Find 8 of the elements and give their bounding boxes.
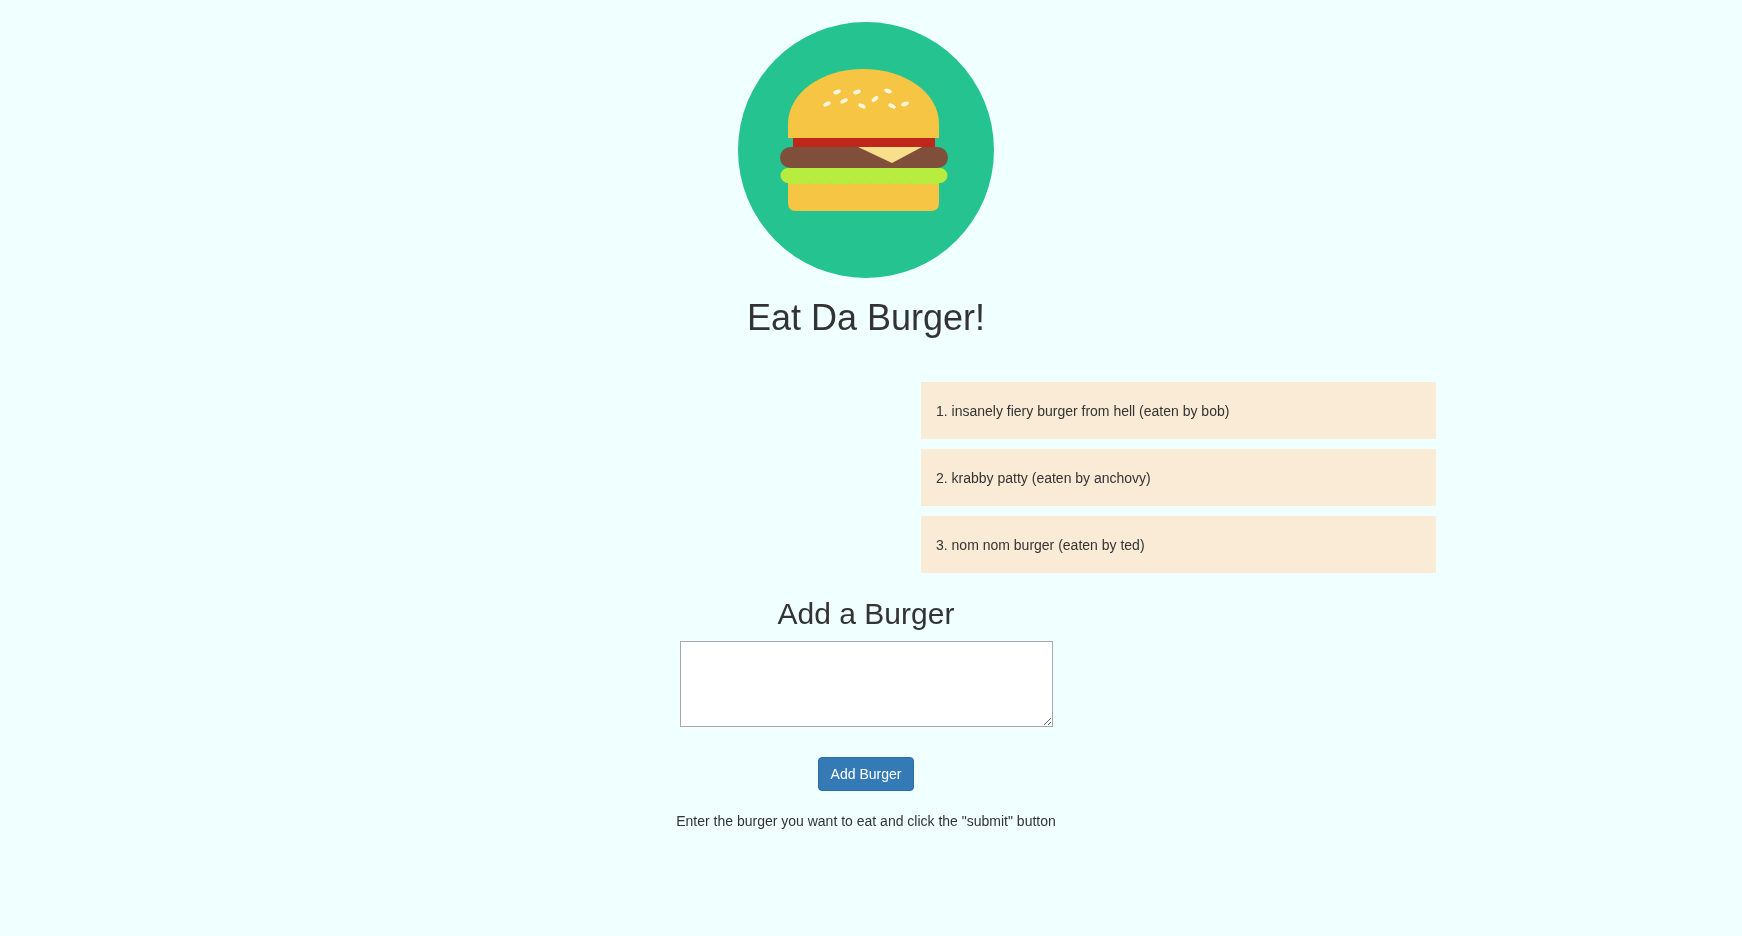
add-burger-button[interactable]: Add Burger: [818, 757, 914, 791]
page-title: Eat Da Burger!: [746, 298, 986, 338]
burger-input-field[interactable]: [679, 641, 1053, 727]
eaten-burger-item: 2. krabby patty (eaten by anchovy): [921, 449, 1436, 506]
instruction-text: Enter the burger you want to eat and click the "submit" button: [676, 812, 1056, 831]
eaten-burger-item: 3. nom nom burger (eaten by ted): [921, 516, 1436, 573]
add-burger-heading: Add a Burger: [777, 597, 955, 630]
eaten-burger-item: 1. insanely fiery burger from hell (eaten by bob): [921, 382, 1436, 439]
